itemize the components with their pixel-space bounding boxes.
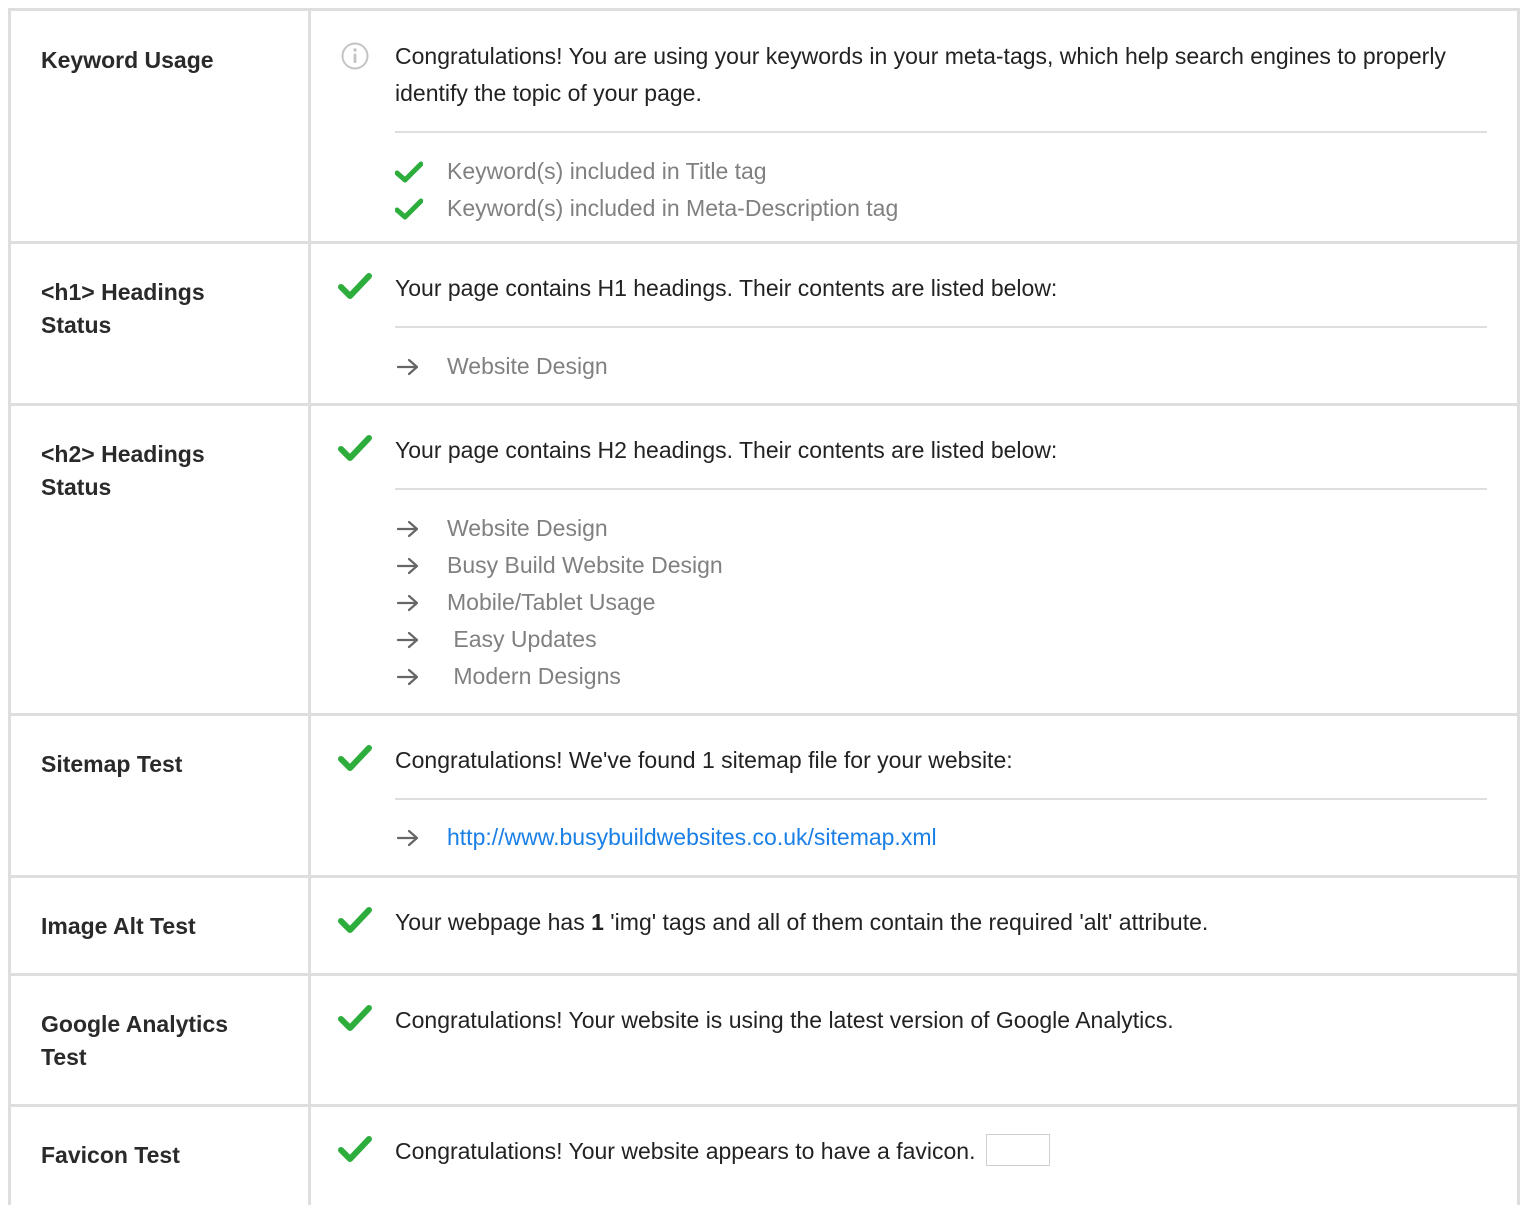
row-label-text: Sitemap Test: [41, 751, 183, 777]
message-text: 'img' tags and all of them contain the r…: [603, 909, 1209, 935]
list-item-text: Website Design: [447, 353, 608, 379]
list-item-text: Website Design: [447, 515, 608, 541]
divider: [395, 488, 1487, 490]
list-item-text: Keyword(s) included in Title tag: [447, 158, 767, 184]
list-item: Keyword(s) included in Meta-Description …: [395, 190, 1487, 227]
row-label-text: <h1> Headings Status: [41, 279, 205, 338]
row-label-text: <h2> Headings Status: [41, 441, 205, 500]
list-item: Easy Updates: [395, 621, 1487, 658]
check-icon: [338, 903, 372, 937]
list-item-text: Mobile/Tablet Usage: [447, 589, 656, 615]
result-message: Your page contains H2 headings. Their co…: [395, 437, 1058, 463]
message-text: Congratulations! Your website appears to…: [395, 1138, 976, 1164]
report-row-google-analytics: Google Analytics Test Congratulations! Y…: [8, 976, 1520, 1107]
check-icon: [338, 1001, 372, 1035]
list-item: Keyword(s) included in Title tag: [395, 153, 1487, 190]
report-row-sitemap: Sitemap Test Congratulations! We've foun…: [8, 716, 1520, 878]
arrow-right-icon: [395, 357, 447, 377]
check-icon: [395, 161, 447, 183]
row-label-text: Image Alt Test: [41, 913, 196, 939]
arrow-right-icon: [395, 519, 447, 539]
arrow-right-icon: [395, 556, 447, 576]
row-content: Congratulations! You are using your keyw…: [311, 11, 1517, 241]
row-label: Sitemap Test: [11, 716, 311, 875]
row-label: Favicon Test: [11, 1107, 311, 1205]
arrow-right-icon: [395, 593, 447, 613]
result-message: Congratulations! Your website appears to…: [395, 1133, 1487, 1170]
list-item-text: Busy Build Website Design: [447, 552, 723, 578]
seo-report-table: Keyword Usage Congratulations! You are u…: [8, 8, 1520, 1205]
row-label: Image Alt Test: [11, 878, 311, 973]
row-content: Your page contains H1 headings. Their co…: [311, 244, 1517, 403]
row-content: Congratulations! We've found 1 sitemap f…: [311, 716, 1517, 875]
list-item: Modern Designs: [395, 658, 1487, 695]
result-list: Website Design Busy Build Website Design…: [395, 510, 1487, 695]
row-content: Your webpage has 1 'img' tags and all of…: [311, 878, 1517, 973]
sitemap-link[interactable]: http://www.busybuildwebsites.co.uk/sitem…: [447, 819, 937, 856]
check-icon: [338, 431, 372, 465]
result-list: Keyword(s) included in Title tag Keyword…: [395, 153, 1487, 227]
report-row-favicon: Favicon Test Congratulations! Your websi…: [8, 1107, 1520, 1205]
list-item: http://www.busybuildwebsites.co.uk/sitem…: [395, 819, 1487, 856]
favicon-preview: [985, 1133, 1050, 1166]
row-content: Your page contains H2 headings. Their co…: [311, 406, 1517, 713]
row-label: <h2> Headings Status: [11, 406, 311, 713]
list-item: Mobile/Tablet Usage: [395, 584, 1487, 621]
arrow-right-icon: [395, 630, 447, 650]
result-message: Congratulations! You are using your keyw…: [395, 43, 1446, 106]
img-tag-count: 1: [591, 909, 604, 935]
row-label-text: Favicon Test: [41, 1142, 180, 1168]
report-row-image-alt: Image Alt Test Your webpage has 1 'img' …: [8, 878, 1520, 976]
check-icon: [338, 741, 372, 775]
list-item: Busy Build Website Design: [395, 547, 1487, 584]
row-label: <h1> Headings Status: [11, 244, 311, 403]
report-row-keyword-usage: Keyword Usage Congratulations! You are u…: [8, 11, 1520, 244]
divider: [395, 326, 1487, 328]
info-circle-icon: [338, 39, 372, 73]
check-icon: [338, 1132, 372, 1166]
result-list: http://www.busybuildwebsites.co.uk/sitem…: [395, 819, 1487, 856]
row-label: Keyword Usage: [11, 11, 311, 241]
divider: [395, 131, 1487, 133]
message-text: Your webpage has: [395, 909, 592, 935]
result-message: Your webpage has 1 'img' tags and all of…: [395, 904, 1487, 941]
list-item-text: Easy Updates: [447, 626, 597, 652]
check-icon: [338, 269, 372, 303]
result-message: Congratulations! Your website is using t…: [395, 1007, 1174, 1033]
result-message: Your page contains H1 headings. Their co…: [395, 275, 1058, 301]
row-content: Congratulations! Your website appears to…: [311, 1107, 1517, 1205]
divider: [395, 798, 1487, 800]
row-label-text: Google Analytics Test: [41, 1011, 229, 1070]
arrow-right-icon: [395, 667, 447, 687]
row-content: Congratulations! Your website is using t…: [311, 976, 1517, 1104]
list-item: Website Design: [395, 510, 1487, 547]
list-item-text: Keyword(s) included in Meta-Description …: [447, 195, 899, 221]
row-label-text: Keyword Usage: [41, 47, 214, 73]
arrow-right-icon: [395, 828, 447, 848]
list-item-text: Modern Designs: [447, 663, 621, 689]
result-list: Website Design: [395, 348, 1487, 385]
result-message: Congratulations! We've found 1 sitemap f…: [395, 747, 1013, 773]
check-icon: [395, 198, 447, 220]
report-row-h2-headings: <h2> Headings Status Your page contains …: [8, 406, 1520, 716]
report-row-h1-headings: <h1> Headings Status Your page contains …: [8, 244, 1520, 406]
row-label: Google Analytics Test: [11, 976, 311, 1104]
list-item: Website Design: [395, 348, 1487, 385]
